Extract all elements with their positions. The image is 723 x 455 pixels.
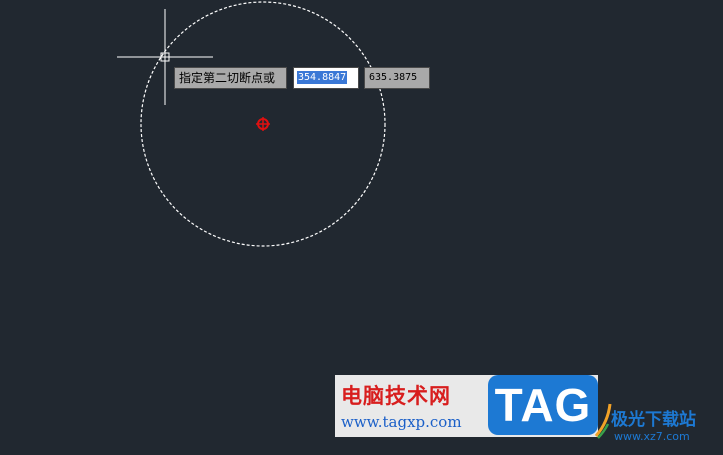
coordinate-x-input[interactable]: 354.8847	[293, 67, 359, 89]
dynamic-input-prompt-text: 指定第二切断点或	[179, 71, 276, 85]
brand-swoosh-icon	[594, 403, 612, 439]
crosshair-cursor-icon	[117, 9, 213, 105]
brand-name: 极光下载站	[611, 410, 696, 430]
dynamic-input-prompt: 指定第二切断点或	[174, 67, 287, 89]
center-marker-icon	[256, 117, 270, 131]
watermark-title: 电脑技术网	[341, 383, 451, 408]
tag-logo: TAG	[488, 375, 598, 435]
coordinate-y-value: 635.3875	[369, 72, 418, 83]
coordinate-x-value: 354.8847	[297, 71, 348, 84]
coordinate-y-input[interactable]: 635.3875	[364, 67, 430, 89]
brand-url: www.xz7.com	[614, 430, 690, 443]
watermark-url: www.tagxp.com	[341, 413, 462, 431]
